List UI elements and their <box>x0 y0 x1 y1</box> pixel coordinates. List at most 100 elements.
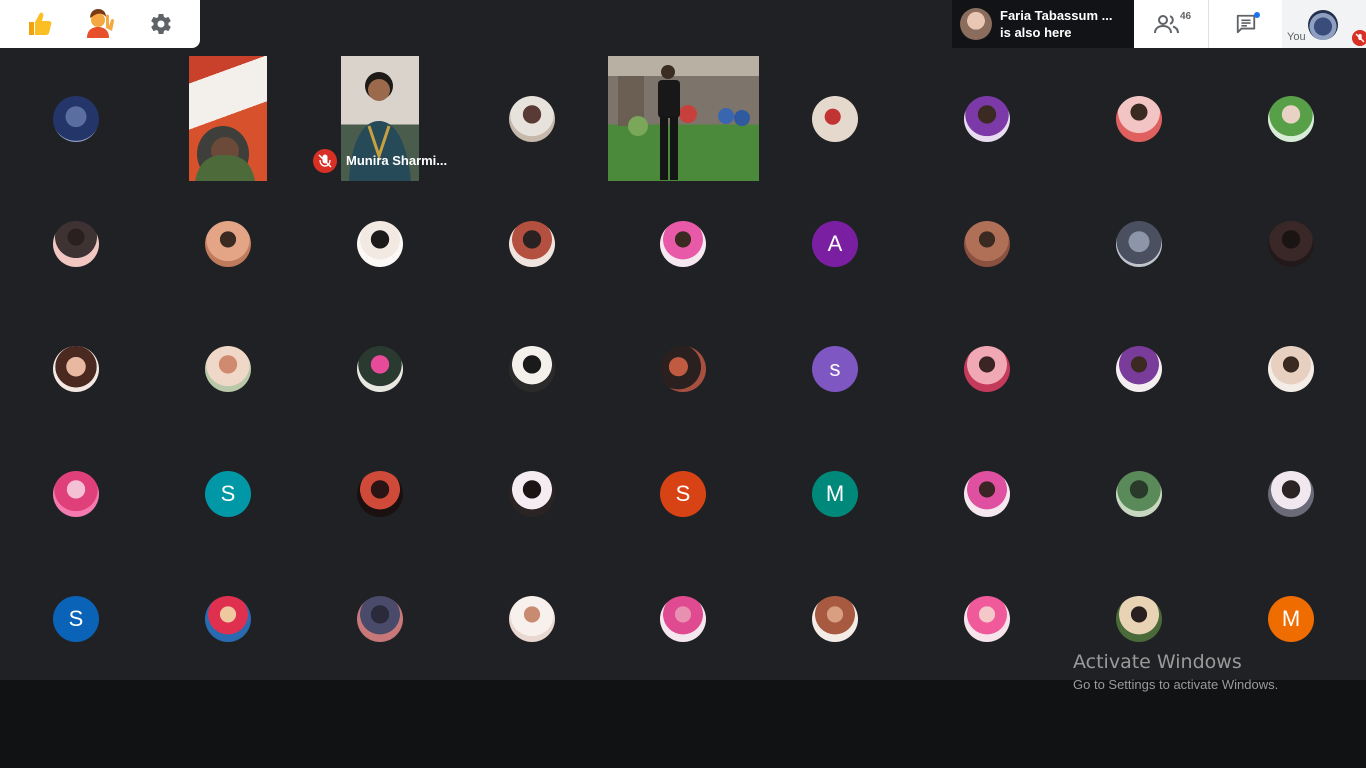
chat-button[interactable] <box>1208 0 1282 48</box>
participant-name: Munira Sharmi... <box>346 153 448 168</box>
raise-hand-button[interactable] <box>80 4 120 44</box>
letter-avatar: S <box>660 470 706 517</box>
participant-tile[interactable]: M <box>759 431 911 556</box>
thumbs-up-icon <box>28 12 52 35</box>
participant-tile[interactable] <box>0 431 152 556</box>
participant-tile[interactable] <box>0 306 152 431</box>
avatar <box>1116 345 1162 392</box>
participant-tile[interactable] <box>152 181 304 306</box>
participant-tile[interactable]: s <box>759 306 911 431</box>
join-notification: Faria Tabassum ... is also here <box>952 0 1134 48</box>
participant-tile[interactable] <box>1063 181 1215 306</box>
mic-off-icon <box>1352 30 1366 46</box>
avatar <box>1116 95 1162 142</box>
participant-tile[interactable] <box>911 556 1063 681</box>
avatar <box>357 220 403 267</box>
participant-tile[interactable]: A <box>759 181 911 306</box>
participant-tile[interactable] <box>911 56 1063 181</box>
participant-tile[interactable] <box>304 306 456 431</box>
notification-name: Faria Tabassum ... <box>1000 8 1113 23</box>
self-view-tile[interactable]: You <box>1282 0 1366 48</box>
avatar <box>509 470 555 517</box>
name-chip-munira: Munira Sharmi... <box>312 147 456 174</box>
participant-tile[interactable] <box>607 556 759 681</box>
participant-tile[interactable] <box>1215 181 1366 306</box>
participant-tile[interactable] <box>759 556 911 681</box>
participant-tile[interactable] <box>1215 56 1366 181</box>
participant-tile[interactable]: S <box>152 431 304 556</box>
letter-avatar: S <box>53 595 99 642</box>
participants-button[interactable]: 46 <box>1134 0 1208 48</box>
participant-tile[interactable] <box>1063 56 1215 181</box>
participant-tile[interactable] <box>456 431 608 556</box>
participant-tile[interactable] <box>152 306 304 431</box>
participant-tile[interactable] <box>911 306 1063 431</box>
people-icon <box>1154 15 1179 34</box>
avatar <box>357 345 403 392</box>
participant-tile[interactable] <box>304 181 456 306</box>
video-tile-1[interactable] <box>189 56 267 181</box>
participant-tile[interactable] <box>1063 431 1215 556</box>
avatar <box>1116 595 1162 642</box>
participant-count: 46 <box>1180 11 1192 22</box>
participant-tile[interactable]: S <box>0 556 152 681</box>
raise-hand-icon <box>86 9 114 38</box>
avatar <box>1308 10 1338 40</box>
avatar <box>660 595 706 642</box>
gear-icon <box>151 14 172 35</box>
participant-tile[interactable] <box>456 306 608 431</box>
watermark-subtitle: Go to Settings to activate Windows. <box>1073 677 1279 692</box>
reactions-button[interactable] <box>19 4 59 44</box>
activate-windows-watermark: Activate Windows Go to Settings to activ… <box>1073 651 1278 692</box>
avatar <box>53 470 99 517</box>
participant-tile[interactable] <box>456 556 608 681</box>
participant-tile[interactable] <box>911 431 1063 556</box>
participant-tile[interactable] <box>607 181 759 306</box>
participant-tile[interactable] <box>607 306 759 431</box>
participant-tile[interactable] <box>304 431 456 556</box>
avatar <box>964 595 1010 642</box>
avatar <box>509 345 555 392</box>
avatar <box>964 345 1010 392</box>
participant-tile[interactable] <box>759 56 911 181</box>
participant-tile[interactable] <box>456 56 608 181</box>
participant-tile[interactable] <box>0 181 152 306</box>
participant-video <box>608 56 759 180</box>
avatar <box>1268 470 1314 517</box>
settings-button[interactable] <box>141 4 181 44</box>
avatar <box>205 220 251 267</box>
participant-tile[interactable] <box>456 181 608 306</box>
letter-avatar: M <box>812 470 858 517</box>
letter-avatar: A <box>812 220 858 267</box>
avatar <box>960 8 992 40</box>
participant-tile[interactable] <box>1215 306 1366 431</box>
participant-tile[interactable] <box>911 181 1063 306</box>
notification-text: Faria Tabassum ... is also here <box>1000 7 1130 41</box>
participant-tile[interactable] <box>1215 431 1366 556</box>
letter-avatar: S <box>205 470 251 517</box>
video-tile-3[interactable] <box>608 56 759 181</box>
avatar <box>509 595 555 642</box>
top-toolbar <box>0 0 200 48</box>
avatar <box>357 470 403 517</box>
participant-tile[interactable] <box>304 556 456 681</box>
avatar <box>964 95 1010 142</box>
avatar <box>53 95 99 142</box>
letter-avatar: s <box>812 345 858 392</box>
participant-tile[interactable] <box>152 556 304 681</box>
participant-tile[interactable] <box>0 56 152 181</box>
bottom-bar <box>0 680 1366 768</box>
avatar <box>660 345 706 392</box>
avatar <box>1268 345 1314 392</box>
avatar <box>205 345 251 392</box>
chat-icon <box>1236 14 1255 34</box>
avatar <box>660 220 706 267</box>
avatar <box>205 595 251 642</box>
participant-tile[interactable] <box>1063 306 1215 431</box>
avatar <box>509 95 555 142</box>
letter-avatar: M <box>1268 595 1314 642</box>
participant-video <box>195 126 255 181</box>
participant-tile[interactable]: S <box>607 431 759 556</box>
avatar <box>53 220 99 267</box>
watermark-title: Activate Windows <box>1073 651 1242 673</box>
